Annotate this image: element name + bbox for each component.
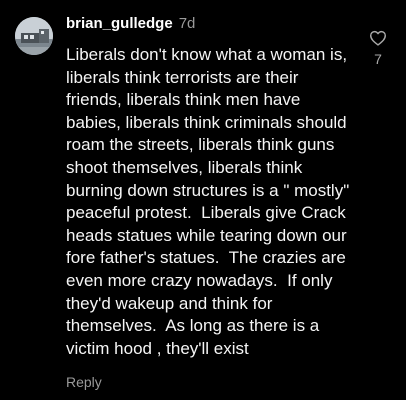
comment-header: brian_gulledge 7d bbox=[66, 14, 195, 34]
timestamp: 7d bbox=[178, 15, 196, 32]
avatar[interactable] bbox=[15, 17, 53, 55]
like-control: 7 bbox=[366, 30, 390, 68]
like-count: 7 bbox=[374, 51, 382, 67]
username[interactable]: brian_gulledge bbox=[66, 15, 173, 32]
comment-text: Liberals don't know what a woman is, lib… bbox=[66, 45, 354, 358]
comment: brian_gulledge 7d Liberals don't know wha… bbox=[0, 0, 406, 400]
reply-button[interactable]: Reply bbox=[66, 373, 102, 391]
heart-icon[interactable] bbox=[369, 30, 387, 46]
